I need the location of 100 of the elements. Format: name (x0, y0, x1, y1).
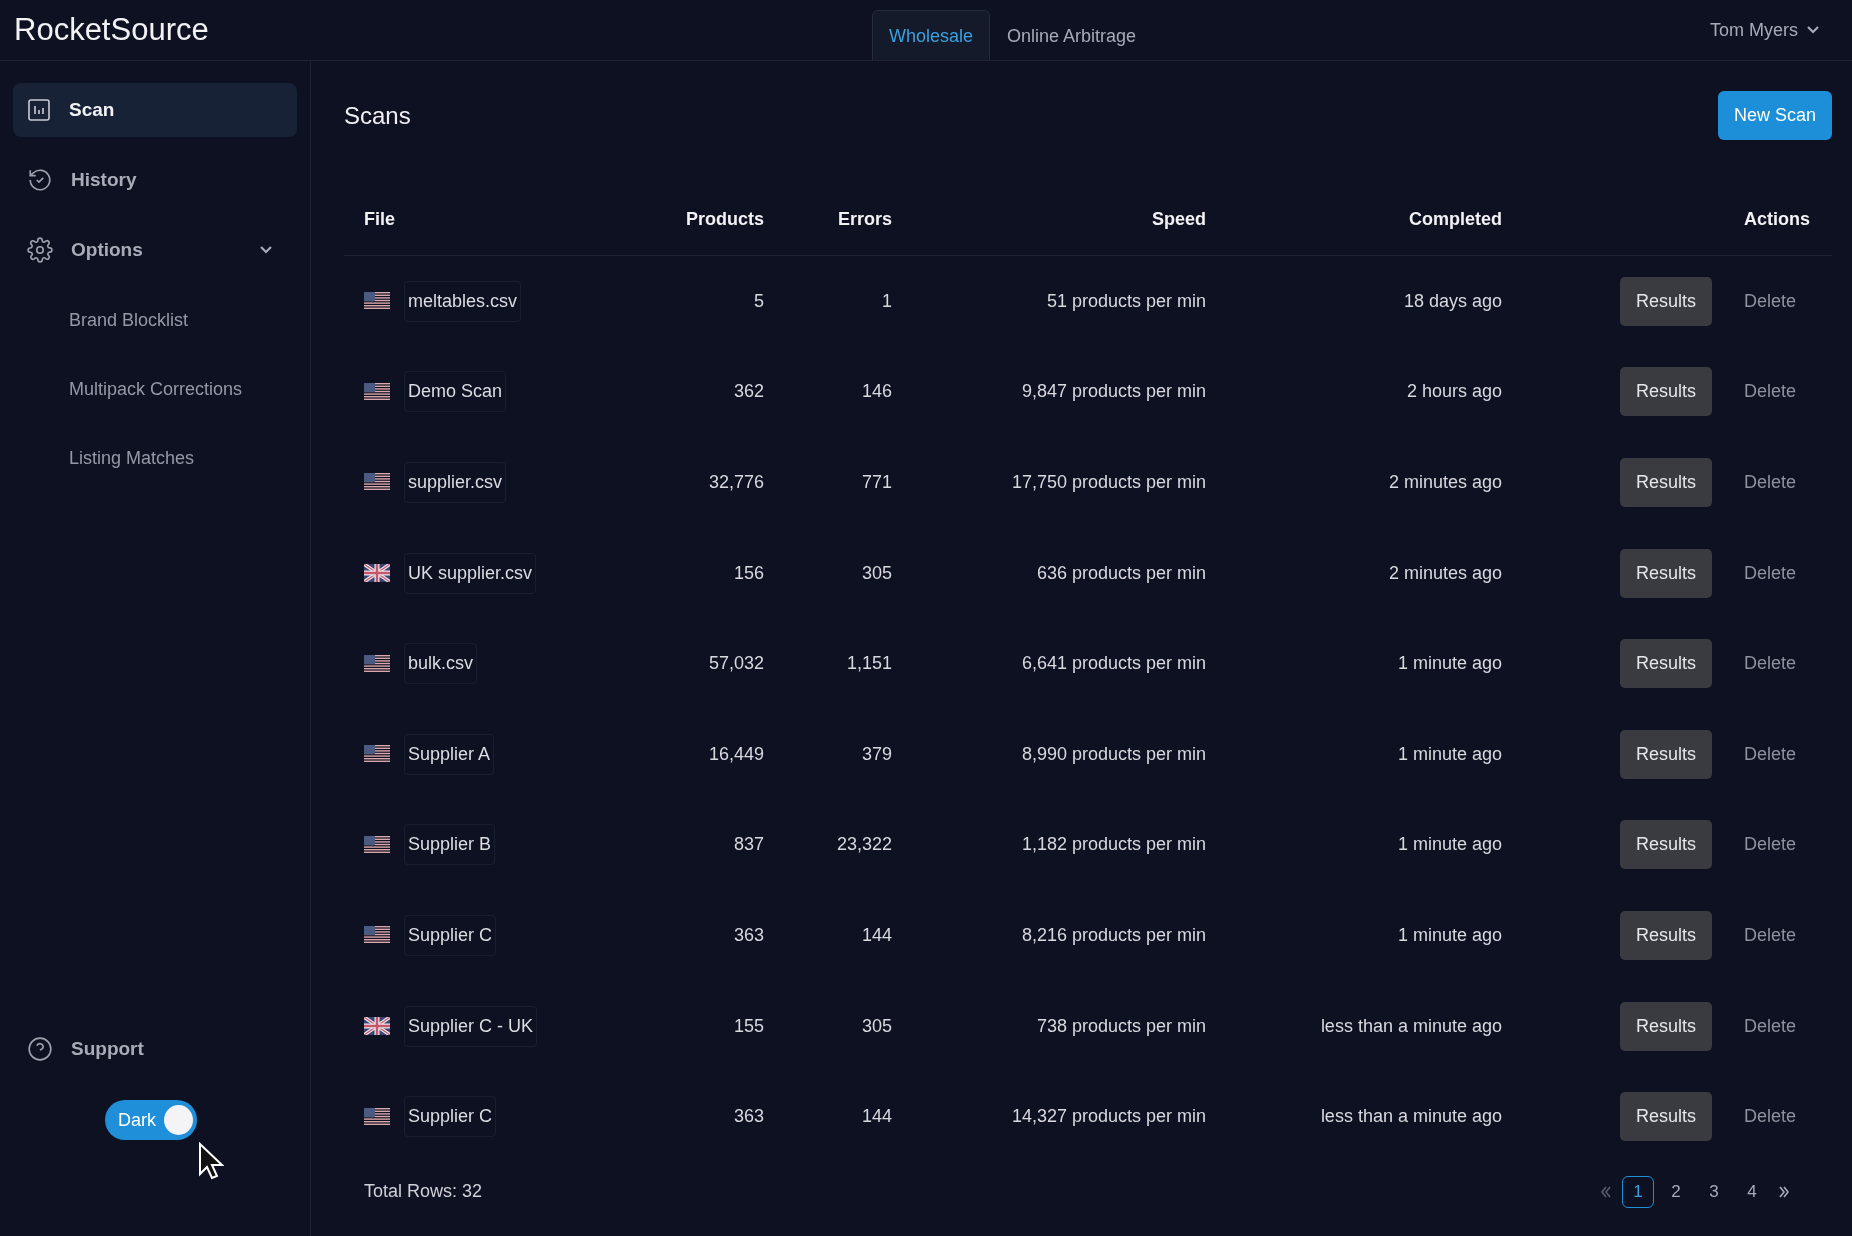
file-name: supplier.csv (404, 462, 507, 503)
table-cell-text: 1 minute ago (1396, 834, 1502, 856)
table-cell-text: 379 (860, 743, 892, 765)
file-name: Supplier C (404, 1096, 497, 1138)
table-cell-text: 57,032 (707, 653, 764, 675)
page-button[interactable]: 1 (1622, 1175, 1654, 1208)
table-cell-text: 6,641 products per min (1020, 653, 1206, 675)
sidebar-item[interactable]: Options (13, 223, 297, 277)
sidebar-item[interactable]: Scan (13, 83, 297, 137)
delete-button[interactable]: Delete (1743, 834, 1796, 856)
table-cell-text: 1 minute ago (1396, 653, 1502, 675)
results-button[interactable]: Results (1619, 458, 1712, 507)
results-button[interactable]: Results (1619, 548, 1712, 598)
results-button[interactable]: Results (1619, 910, 1712, 960)
table-cell-text: 18 days ago (1402, 290, 1502, 312)
table-cell-text: 363 (732, 924, 764, 946)
us-flag-icon (364, 1107, 390, 1126)
page-title: Scans (344, 101, 411, 130)
delete-button[interactable]: Delete (1743, 381, 1796, 403)
delete-button[interactable]: Delete (1743, 1015, 1796, 1037)
page-button[interactable]: 2 (1660, 1175, 1692, 1208)
table-cell-text: 144 (860, 1106, 892, 1128)
page-button[interactable]: 3 (1698, 1175, 1730, 1208)
table-cell-text: 2 minutes ago (1387, 562, 1502, 584)
file-name: Supplier C - UK (404, 1005, 538, 1047)
table-cell-text: 23,322 (835, 834, 892, 856)
column-header: Speed (1150, 209, 1206, 230)
sidebar-subitem[interactable]: Multipack Corrections (13, 362, 297, 416)
delete-button[interactable]: Delete (1743, 290, 1796, 312)
us-flag-icon (364, 654, 390, 673)
chevron-down-icon (1806, 25, 1820, 35)
table-cell-text: 1 (881, 290, 892, 312)
table-cell-text: 305 (860, 562, 892, 584)
results-button[interactable]: Results (1619, 1092, 1712, 1142)
us-flag-icon (364, 835, 390, 854)
column-header: Completed (1408, 209, 1502, 230)
delete-button[interactable]: Delete (1743, 743, 1796, 765)
table-cell-text: 155 (732, 1015, 764, 1037)
help-icon (27, 1036, 53, 1062)
table-cell-text: 738 products per min (1035, 1015, 1206, 1037)
table-cell-text: 5 (753, 290, 764, 312)
us-flag-icon (364, 292, 390, 311)
results-button[interactable]: Results (1619, 367, 1712, 417)
us-flag-icon (364, 382, 390, 401)
tab[interactable]: Wholesale (872, 10, 991, 60)
table-cell-text: 17,750 products per min (1010, 472, 1206, 493)
new-scan-button[interactable]: New Scan (1717, 91, 1832, 140)
sidebar-subitem[interactable]: Brand Blocklist (13, 293, 297, 347)
theme-toggle[interactable]: Dark (105, 1100, 197, 1140)
table-cell-text: 16,449 (707, 743, 764, 765)
brand-logo: RocketSource (14, 12, 209, 48)
uk-flag-icon (364, 564, 390, 583)
delete-button[interactable]: Delete (1743, 562, 1796, 584)
history-icon (27, 167, 53, 193)
table-cell-text: 305 (860, 1015, 892, 1037)
table-cell-text: 2 minutes ago (1387, 472, 1502, 493)
chevron-left-icon (1600, 1184, 1612, 1199)
delete-button[interactable]: Delete (1743, 1106, 1796, 1128)
delete-button[interactable]: Delete (1743, 924, 1796, 946)
results-button[interactable]: Results (1619, 1001, 1712, 1051)
table-cell-text: 837 (732, 834, 764, 856)
table-cell-text: 771 (860, 472, 892, 493)
user-menu[interactable]: Tom Myers (1704, 18, 1826, 42)
table-cell-text: 32,776 (707, 472, 764, 493)
table-cell-text: 1,151 (845, 653, 892, 675)
table-cell-text: 8,990 products per min (1020, 743, 1206, 765)
file-name: Supplier C (404, 914, 497, 956)
total-rows: Total Rows: 32 (364, 1181, 483, 1203)
table-cell-text: 8,216 products per min (1020, 924, 1206, 946)
results-button[interactable]: Results (1619, 276, 1712, 326)
sidebar-subitem[interactable]: Listing Matches (13, 431, 297, 485)
chevron-right-icon (1778, 1184, 1790, 1199)
table-cell-text: less than a minute ago (1319, 1106, 1502, 1128)
page-button[interactable]: 4 (1736, 1175, 1768, 1208)
file-name: Demo Scan (404, 371, 507, 413)
delete-button[interactable]: Delete (1743, 472, 1796, 493)
file-name: UK supplier.csv (404, 552, 537, 594)
table-cell-text: 9,847 products per min (1020, 381, 1206, 403)
column-header: Errors (836, 209, 892, 230)
table-cell-text: 1 minute ago (1396, 924, 1502, 946)
sidebar-item[interactable]: Support (13, 1022, 297, 1076)
mouse-cursor-icon (198, 1142, 224, 1180)
table-cell-text: 156 (732, 562, 764, 584)
column-header: File (364, 209, 396, 230)
us-flag-icon (364, 745, 390, 764)
table-cell-text: less than a minute ago (1319, 1015, 1502, 1037)
sidebar-item[interactable]: History (13, 153, 297, 207)
settings-icon (27, 237, 53, 263)
file-name: meltables.csv (404, 280, 522, 322)
results-button[interactable]: Results (1619, 729, 1712, 779)
chevron-down-icon (259, 245, 273, 255)
table-cell-text: 2 hours ago (1405, 381, 1502, 403)
us-flag-icon (364, 926, 390, 945)
results-button[interactable]: Results (1619, 820, 1712, 870)
results-button[interactable]: Results (1619, 639, 1712, 689)
delete-button[interactable]: Delete (1743, 653, 1796, 675)
tab[interactable]: Online Arbitrage (990, 10, 1154, 60)
chart-icon (27, 98, 51, 122)
table-cell-text: 146 (860, 381, 892, 403)
column-header: Products (685, 209, 764, 230)
